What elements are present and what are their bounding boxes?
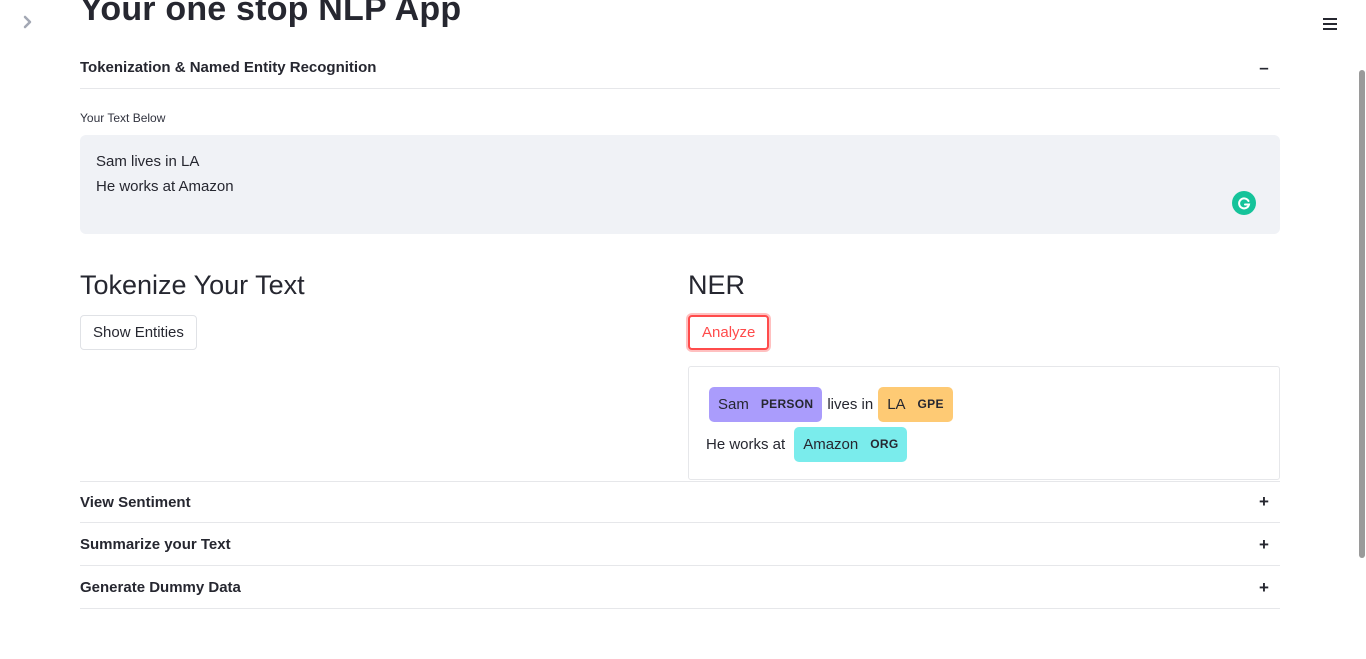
expand-icon: +	[1259, 534, 1269, 554]
text-line: Sam lives in LA	[96, 153, 200, 170]
text-area-label: Your Text Below	[80, 111, 166, 125]
ner-output: Sam PERSON lives in LA GPE He works at A…	[688, 366, 1280, 480]
expand-icon: +	[1259, 492, 1269, 511]
entity-text: LA	[887, 395, 906, 413]
collapse-icon: –	[1259, 57, 1269, 77]
expander-tokenization-ner[interactable]: Tokenization & Named Entity Recognition …	[80, 47, 1280, 89]
expander-summarize-text[interactable]: Summarize your Text +	[80, 524, 1280, 566]
entity-text: Sam	[718, 395, 749, 413]
page-scrollbar[interactable]	[1359, 70, 1365, 558]
plain-text: He works at	[706, 435, 786, 453]
main-menu-button[interactable]	[1318, 14, 1342, 34]
grammarly-glyph	[1238, 197, 1251, 210]
grammarly-icon[interactable]	[1232, 191, 1256, 215]
expander-label: Tokenization & Named Entity Recognition	[80, 59, 377, 76]
entity-label: ORG	[870, 437, 899, 451]
chevron-right-icon	[23, 15, 32, 29]
expander-label: Generate Dummy Data	[80, 579, 241, 596]
entity-text: Amazon	[803, 435, 859, 453]
show-entities-button[interactable]: Show Entities	[80, 315, 197, 350]
expander-view-sentiment[interactable]: View Sentiment +	[80, 481, 1280, 523]
expand-icon: +	[1259, 577, 1269, 597]
expander-generate-dummy-data[interactable]: Generate Dummy Data +	[80, 567, 1280, 609]
tokenize-heading: Tokenize Your Text	[80, 270, 305, 300]
expander-label: Summarize your Text	[80, 536, 231, 553]
entity-person: Sam PERSON	[709, 386, 823, 422]
ner-line: Sam PERSON lives in LA GPE	[705, 386, 1263, 422]
entity-label: GPE	[917, 397, 944, 411]
ner-line: He works at Amazon ORG	[705, 426, 1263, 462]
plain-text: lives in	[827, 395, 874, 413]
entity-label: PERSON	[760, 397, 814, 411]
ner-heading: NER	[688, 270, 746, 300]
text-line: He works at Amazon	[96, 178, 234, 195]
entity-org: Amazon ORG	[794, 426, 908, 462]
sidebar-toggle-button[interactable]	[18, 12, 38, 32]
hamburger-menu-icon	[1323, 18, 1337, 30]
analyze-button[interactable]: Analyze	[688, 315, 770, 350]
entity-gpe: LA GPE	[878, 386, 953, 422]
text-input-area[interactable]: Sam lives in LA He works at Amazon	[80, 135, 1280, 234]
expander-label: View Sentiment	[80, 493, 191, 511]
page-title: Your one stop NLP App	[80, 0, 462, 28]
